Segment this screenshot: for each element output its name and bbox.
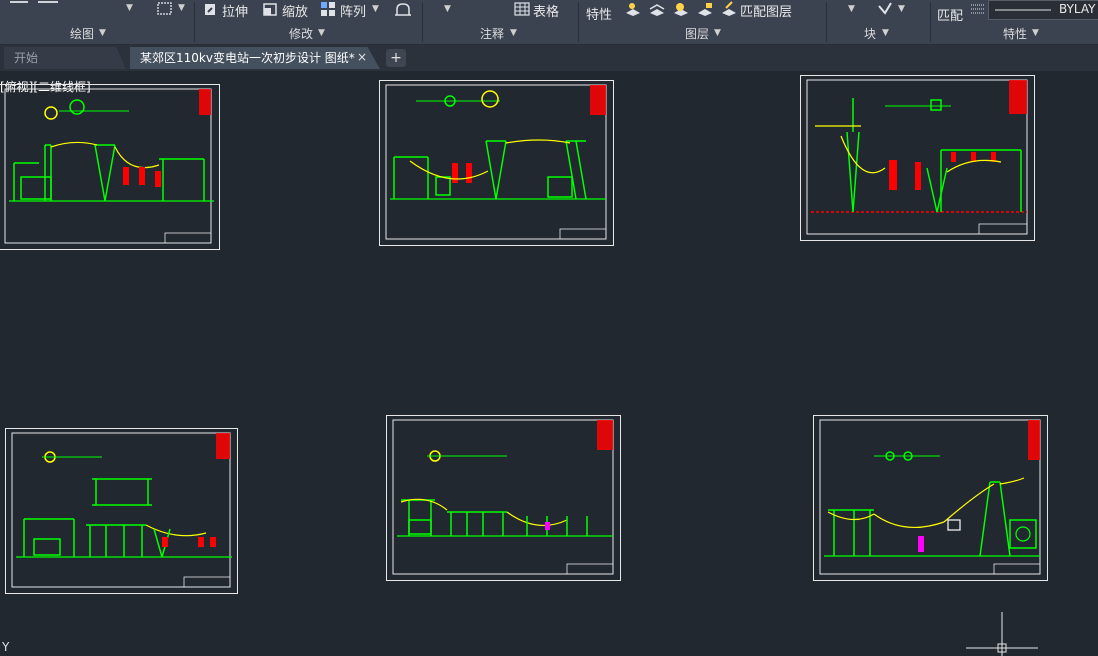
linetype-preview-icon — [995, 9, 1051, 11]
scale-button[interactable]: 缩放 — [282, 1, 308, 20]
layers-group-dropdown-icon[interactable]: ▼ — [714, 28, 721, 38]
sheet-6-drawing — [819, 419, 1041, 575]
annotate-group-dropdown-icon[interactable]: ▼ — [510, 28, 517, 38]
drawing-sheet-1[interactable] — [0, 84, 220, 250]
rectangle-dropdown-icon[interactable]: ▼ — [178, 3, 185, 13]
block-edit-icon[interactable] — [876, 1, 894, 17]
crosshair-cursor-icon — [966, 612, 1038, 656]
sheet-1-drawing — [4, 88, 214, 244]
block-edit-dropdown-icon[interactable]: ▼ — [898, 4, 905, 14]
layer-lock-icon[interactable] — [696, 1, 714, 17]
rectangle-icon[interactable] — [156, 1, 174, 17]
match-layer-icon[interactable] — [720, 1, 738, 17]
ribbon-separator — [930, 2, 931, 42]
drawing-sheet-6[interactable] — [813, 415, 1048, 581]
sheet-2-drawing — [385, 84, 607, 240]
ribbon-separator — [578, 2, 579, 42]
table-button[interactable]: 表格 — [533, 1, 559, 20]
layer-off-icon[interactable] — [624, 1, 642, 17]
stretch-icon[interactable] — [202, 1, 218, 17]
close-tab-icon[interactable]: × — [357, 50, 367, 64]
draw-group-label[interactable]: 绘图 — [70, 25, 94, 42]
draw-tool-icon[interactable] — [8, 0, 68, 18]
offset-icon[interactable] — [394, 1, 412, 17]
modify-group-label[interactable]: 修改 — [289, 25, 313, 42]
linetype-dropdown[interactable]: BYLAY — [988, 0, 1098, 20]
ribbon: ▼ ▼ 拉伸 缩放 阵列 ▼ ▼ 表格 特性 匹配图层 ▼ ▼ 匹配 BYLAY… — [0, 0, 1098, 45]
drawing-sheet-5[interactable] — [386, 415, 621, 581]
sheet-4-drawing — [11, 432, 232, 588]
ucs-y-axis-label: Y — [2, 640, 10, 654]
ribbon-separator — [194, 2, 195, 42]
layer-properties-button[interactable]: 特性 — [586, 4, 612, 23]
array-button[interactable]: 阵列 — [340, 1, 366, 20]
table-icon[interactable] — [514, 2, 530, 16]
linetype-value: BYLAY — [1059, 2, 1096, 16]
properties-group-dropdown-icon[interactable]: ▼ — [1032, 28, 1039, 38]
block-group-label[interactable]: 块 — [864, 25, 876, 42]
block-group-dropdown-icon[interactable]: ▼ — [882, 28, 889, 38]
sheet-5-drawing — [392, 419, 614, 575]
array-icon[interactable] — [320, 1, 336, 17]
layer-isolate-icon[interactable] — [648, 1, 666, 17]
linetype-icon[interactable] — [970, 2, 986, 16]
scale-icon[interactable] — [262, 1, 278, 17]
drawing-sheet-4[interactable] — [5, 428, 238, 594]
match-layer-button[interactable]: 匹配图层 — [740, 1, 792, 20]
tab-start[interactable]: 开始 — [4, 47, 126, 69]
tab-drawing[interactable]: 某郊区110kv变电站一次初步设计 图纸* — [130, 47, 380, 69]
sheet-3-drawing — [806, 79, 1028, 235]
match-properties-button[interactable]: 匹配 — [937, 5, 963, 24]
new-tab-button[interactable]: + — [386, 49, 406, 67]
annotate-group-label[interactable]: 注释 — [480, 25, 504, 42]
ribbon-separator — [826, 2, 827, 42]
annotate-dropdown-icon[interactable]: ▼ — [444, 4, 451, 14]
ribbon-separator — [422, 2, 423, 42]
stretch-button[interactable]: 拉伸 — [222, 1, 248, 20]
drawing-sheet-2[interactable] — [379, 80, 614, 246]
layer-freeze-icon[interactable] — [672, 1, 690, 17]
draw-group-dropdown-icon[interactable]: ▼ — [99, 28, 106, 38]
array-dropdown-icon[interactable]: ▼ — [372, 4, 379, 14]
layers-group-label[interactable]: 图层 — [685, 25, 709, 42]
drawing-sheet-3[interactable] — [800, 75, 1035, 241]
draw-dropdown-icon[interactable]: ▼ — [126, 3, 133, 13]
block-dropdown-icon[interactable]: ▼ — [848, 4, 855, 14]
properties-group-label[interactable]: 特性 — [1003, 25, 1027, 42]
modify-group-dropdown-icon[interactable]: ▼ — [318, 28, 325, 38]
